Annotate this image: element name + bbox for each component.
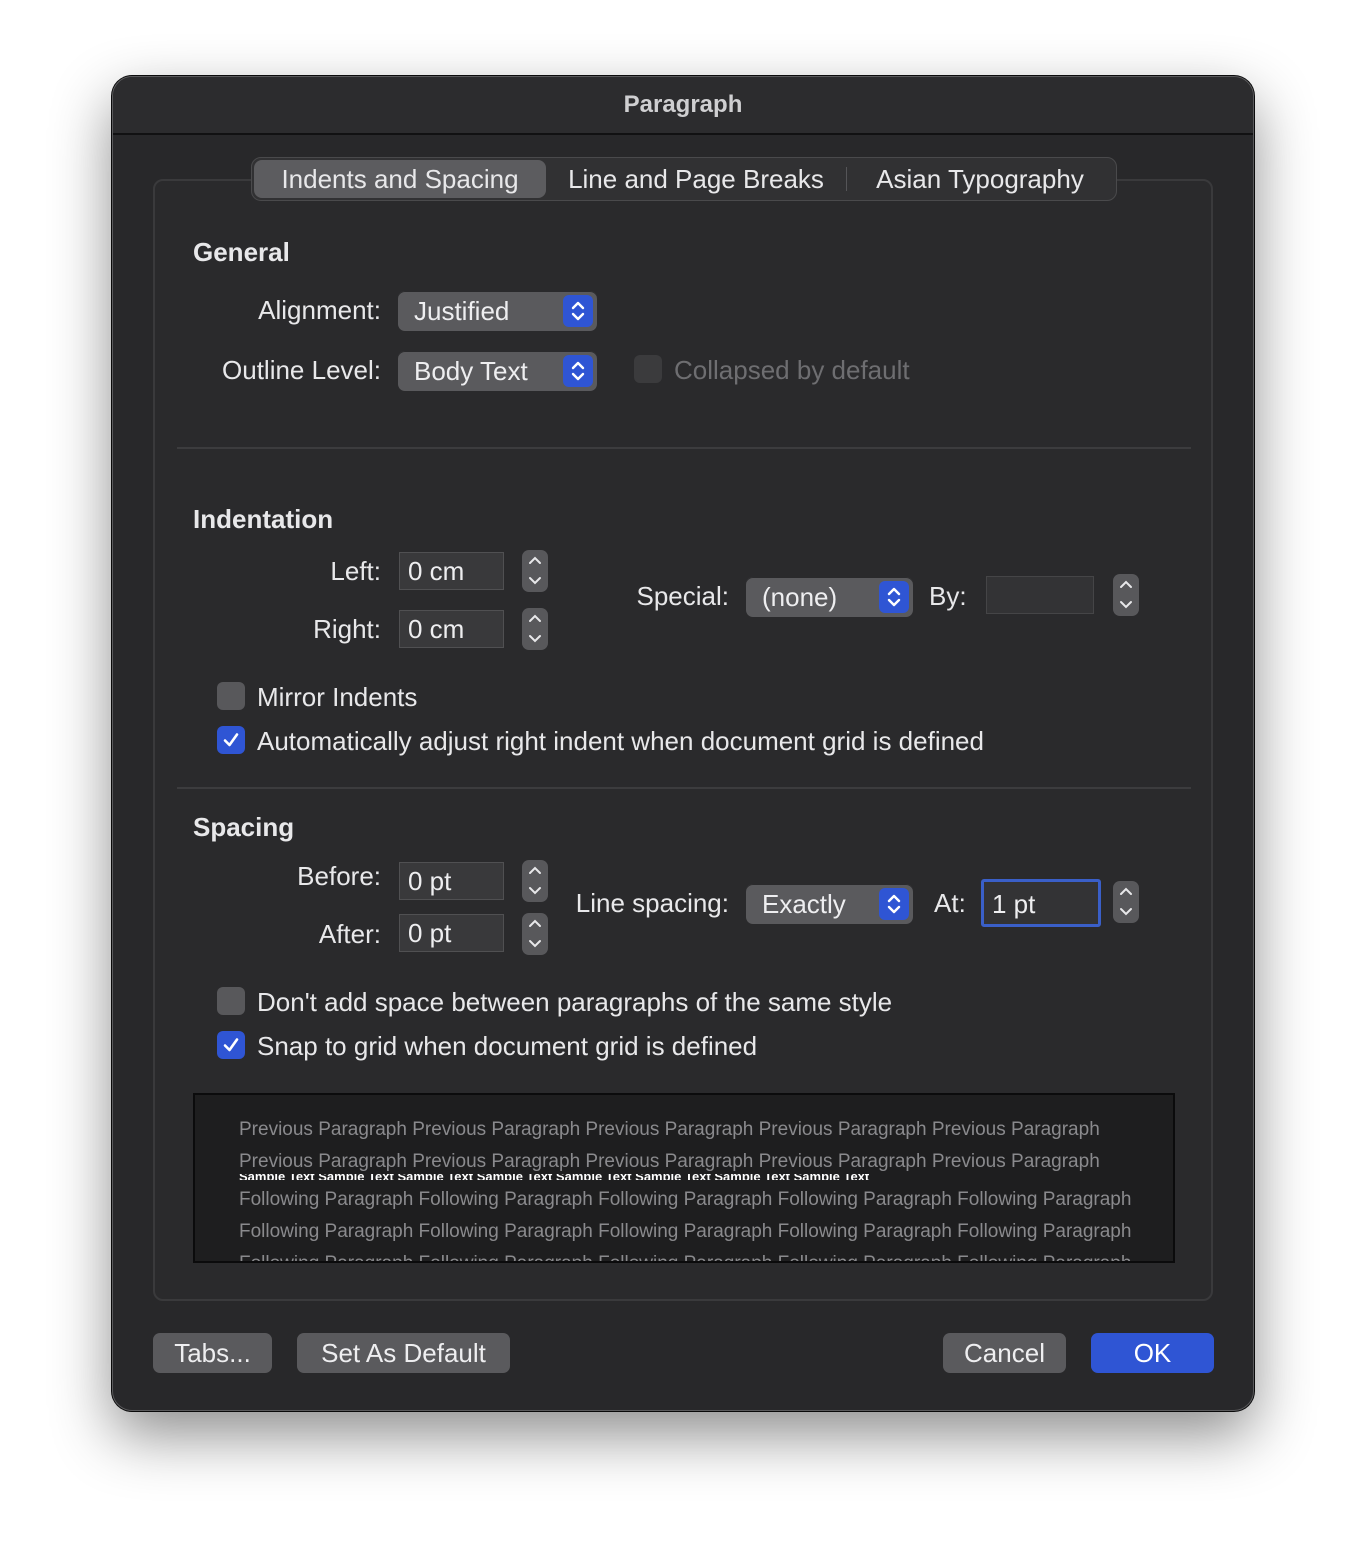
tab-asian-typography[interactable]: Asian Typography bbox=[847, 160, 1113, 198]
outline-level-popup[interactable]: Body Text bbox=[398, 351, 597, 391]
line-spacing-at-value: 1 pt bbox=[992, 889, 1036, 919]
right-indent-field[interactable]: 0 cm bbox=[399, 610, 504, 648]
preview-following-line: Following Paragraph Following Paragraph … bbox=[239, 1221, 1132, 1242]
special-popup[interactable]: (none) bbox=[746, 577, 913, 617]
chevron-up-down-icon bbox=[563, 295, 593, 327]
preview-previous-line: Previous Paragraph Previous Paragraph Pr… bbox=[239, 1151, 1100, 1172]
spacing-after-label: After: bbox=[318, 919, 381, 949]
tabs-button[interactable]: Tabs... bbox=[153, 1333, 272, 1373]
alignment-label: Alignment: bbox=[258, 295, 381, 325]
left-indent-value: 0 cm bbox=[408, 556, 465, 586]
line-spacing-at-stepper[interactable] bbox=[1113, 881, 1139, 923]
preview-previous-line: Previous Paragraph Previous Paragraph Pr… bbox=[239, 1119, 1100, 1140]
at-label: At: bbox=[934, 888, 966, 918]
collapsed-by-default-label: Collapsed by default bbox=[674, 355, 910, 385]
outline-level-label: Outline Level: bbox=[222, 355, 381, 385]
stepper-down-arrow[interactable] bbox=[522, 934, 548, 955]
left-indent-stepper[interactable] bbox=[522, 550, 548, 592]
paragraph-dialog: Paragraph Indents and Spacing Line and P… bbox=[112, 76, 1254, 1411]
line-spacing-value: Exactly bbox=[762, 889, 846, 919]
left-indent-field[interactable]: 0 cm bbox=[399, 552, 504, 590]
special-value: (none) bbox=[762, 582, 838, 612]
mirror-indents-checkbox[interactable] bbox=[217, 682, 245, 710]
section-heading-spacing: Spacing bbox=[193, 812, 295, 842]
stepper-up-arrow[interactable] bbox=[522, 608, 548, 629]
snap-to-grid-checkbox[interactable] bbox=[217, 1031, 245, 1059]
preview-following-line: Following Paragraph Following Paragraph … bbox=[239, 1253, 1131, 1261]
spacing-after-value: 0 pt bbox=[408, 918, 452, 948]
section-heading-general: General bbox=[193, 237, 290, 267]
special-label: Special: bbox=[636, 581, 730, 611]
right-indent-stepper[interactable] bbox=[522, 608, 548, 650]
by-stepper[interactable] bbox=[1113, 574, 1139, 616]
ok-button[interactable]: OK bbox=[1091, 1333, 1214, 1373]
snap-to-grid-label: Snap to grid when document grid is defin… bbox=[257, 1031, 758, 1061]
no-space-same-style-label: Don't add space between paragraphs of th… bbox=[257, 987, 893, 1017]
stepper-up-arrow[interactable] bbox=[522, 860, 548, 881]
mirror-indents-label: Mirror Indents bbox=[257, 682, 418, 712]
chevron-up-down-icon bbox=[879, 581, 909, 613]
paragraph-preview: Previous Paragraph Previous Paragraph Pr… bbox=[193, 1093, 1175, 1263]
tab-indents-and-spacing[interactable]: Indents and Spacing bbox=[254, 160, 546, 198]
auto-adjust-right-indent-label: Automatically adjust right indent when d… bbox=[257, 726, 984, 756]
title-bar[interactable]: Paragraph bbox=[113, 77, 1253, 135]
no-space-same-style-checkbox[interactable] bbox=[217, 987, 245, 1015]
line-spacing-label: Line spacing: bbox=[575, 888, 729, 918]
preview-sample-line: Sample Text Sample Text Sample Text Samp… bbox=[239, 1174, 1099, 1180]
spacing-before-label: Before: bbox=[297, 861, 381, 891]
stepper-up-arrow[interactable] bbox=[1113, 881, 1139, 902]
tab-bar: Indents and Spacing Line and Page Breaks… bbox=[251, 157, 1117, 201]
spacing-after-field[interactable]: 0 pt bbox=[399, 914, 504, 952]
preview-following-line: Following Paragraph Following Paragraph … bbox=[239, 1189, 1132, 1210]
section-divider bbox=[177, 787, 1191, 789]
section-divider bbox=[177, 447, 1191, 449]
stepper-up-arrow[interactable] bbox=[522, 913, 548, 934]
line-spacing-popup[interactable]: Exactly bbox=[746, 884, 913, 924]
spacing-before-field[interactable]: 0 pt bbox=[399, 862, 504, 900]
chevron-up-down-icon bbox=[563, 355, 593, 387]
cancel-button[interactable]: Cancel bbox=[943, 1333, 1066, 1373]
chevron-up-down-icon bbox=[879, 888, 909, 920]
set-as-default-button[interactable]: Set As Default bbox=[297, 1333, 510, 1373]
spacing-after-stepper[interactable] bbox=[522, 913, 548, 955]
left-indent-label: Left: bbox=[330, 556, 381, 586]
outline-level-value: Body Text bbox=[414, 356, 528, 386]
stepper-down-arrow[interactable] bbox=[522, 881, 548, 902]
section-heading-indentation: Indentation bbox=[193, 504, 334, 534]
stepper-up-arrow[interactable] bbox=[522, 550, 548, 571]
by-field[interactable] bbox=[986, 576, 1094, 614]
by-label: By: bbox=[929, 581, 967, 611]
spacing-before-value: 0 pt bbox=[408, 866, 452, 896]
alignment-value: Justified bbox=[414, 296, 510, 326]
right-indent-value: 0 cm bbox=[408, 614, 465, 644]
window-title: Paragraph bbox=[623, 91, 743, 118]
alignment-popup[interactable]: Justified bbox=[398, 291, 597, 331]
checkmark-icon bbox=[223, 733, 239, 747]
stepper-down-arrow[interactable] bbox=[522, 571, 548, 592]
auto-adjust-right-indent-checkbox[interactable] bbox=[217, 726, 245, 754]
stepper-up-arrow[interactable] bbox=[1113, 574, 1139, 595]
spacing-before-stepper[interactable] bbox=[522, 860, 548, 902]
right-indent-label: Right: bbox=[313, 614, 381, 644]
collapsed-by-default-checkbox[interactable] bbox=[634, 355, 662, 383]
checkmark-icon bbox=[223, 1038, 239, 1052]
line-spacing-at-field[interactable]: 1 pt bbox=[981, 879, 1101, 927]
stepper-down-arrow[interactable] bbox=[522, 629, 548, 650]
stepper-down-arrow[interactable] bbox=[1113, 902, 1139, 923]
tab-line-and-page-breaks[interactable]: Line and Page Breaks bbox=[546, 160, 846, 198]
stepper-down-arrow[interactable] bbox=[1113, 595, 1139, 616]
